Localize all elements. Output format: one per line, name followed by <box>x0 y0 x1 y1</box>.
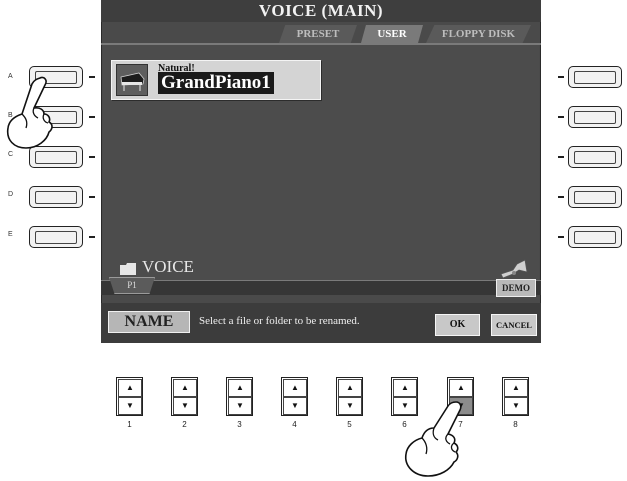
down-arrow-button[interactable]: ▼ <box>228 397 252 415</box>
up-arrow-icon: ▲ <box>291 383 299 392</box>
lcd-screen: VOICE (MAIN) PRESET USER FLOPPY DISK Nat… <box>101 0 541 343</box>
voice-name: GrandPiano1 <box>158 72 274 94</box>
side-label-e: E <box>8 231 13 238</box>
side-button-f[interactable] <box>568 66 622 88</box>
hand-pointer-icon <box>6 76 53 149</box>
side-dash <box>558 196 564 198</box>
current-folder-label: VOICE <box>142 257 194 276</box>
tab-user[interactable]: USER <box>361 25 423 43</box>
voice-file-item[interactable]: Natural! GrandPiano1 <box>111 60 321 100</box>
up-arrow-icon: ▲ <box>512 383 520 392</box>
down-arrow-button[interactable]: ▼ <box>118 397 142 415</box>
down-arrow-icon: ▼ <box>512 401 520 410</box>
button-number-2: 2 <box>182 420 187 429</box>
side-label-d: D <box>8 191 14 198</box>
page-tab-p1[interactable]: P1 <box>109 277 155 294</box>
side-dash <box>89 196 95 198</box>
button-number-1: 1 <box>127 420 132 429</box>
down-arrow-icon: ▼ <box>126 401 134 410</box>
status-message: Select a file or folder to be renamed. <box>199 315 360 327</box>
page-bar <box>101 280 541 295</box>
cancel-button[interactable]: CANCEL <box>491 314 537 336</box>
side-button-h[interactable] <box>568 146 622 168</box>
tab-floppy-disk[interactable]: FLOPPY DISK <box>426 25 531 43</box>
side-dash <box>89 236 95 238</box>
name-label: NAME <box>108 311 190 333</box>
demo-button[interactable]: DEMO <box>496 279 536 297</box>
down-arrow-icon: ▼ <box>291 401 299 410</box>
side-button-e[interactable] <box>29 226 83 248</box>
side-button-d[interactable] <box>29 186 83 208</box>
button-number-8: 8 <box>513 420 518 429</box>
up-arrow-icon: ▲ <box>126 383 134 392</box>
screen-title: VOICE (MAIN) <box>258 1 384 20</box>
down-arrow-button[interactable]: ▼ <box>173 397 197 415</box>
bottom-button-8[interactable]: ▲ ▼ <box>502 377 529 416</box>
bottom-button-5[interactable]: ▲ ▼ <box>336 377 363 416</box>
side-dash <box>89 156 95 158</box>
up-arrow-icon: ▲ <box>346 383 354 392</box>
up-arrow-button[interactable]: ▲ <box>393 379 417 397</box>
up-arrow-button[interactable]: ▲ <box>504 379 528 397</box>
up-arrow-button[interactable]: ▲ <box>118 379 142 397</box>
up-arrow-button[interactable]: ▲ <box>228 379 252 397</box>
side-dash <box>558 236 564 238</box>
side-button-g[interactable] <box>568 106 622 128</box>
bottom-button-2[interactable]: ▲ ▼ <box>171 377 198 416</box>
title-bar: VOICE (MAIN) <box>101 0 541 22</box>
up-arrow-icon: ▲ <box>457 383 465 392</box>
grand-piano-icon <box>116 64 148 96</box>
up-arrow-button[interactable]: ▲ <box>449 379 473 397</box>
up-arrow-button[interactable]: ▲ <box>338 379 362 397</box>
bottom-button-3[interactable]: ▲ ▼ <box>226 377 253 416</box>
up-arrow-icon: ▲ <box>181 383 189 392</box>
tab-preset[interactable]: PRESET <box>279 25 357 43</box>
up-arrow-button[interactable]: ▲ <box>173 379 197 397</box>
side-dash <box>558 156 564 158</box>
down-arrow-icon: ▼ <box>346 401 354 410</box>
down-arrow-button[interactable]: ▼ <box>283 397 307 415</box>
bottom-button-1[interactable]: ▲ ▼ <box>116 377 143 416</box>
hand-pointer-icon <box>404 401 462 477</box>
down-arrow-icon: ▼ <box>181 401 189 410</box>
down-arrow-icon: ▼ <box>236 401 244 410</box>
ok-button[interactable]: OK <box>435 314 480 336</box>
folder-icon <box>120 263 136 275</box>
side-dash <box>89 76 95 78</box>
down-arrow-button[interactable]: ▼ <box>504 397 528 415</box>
side-dash <box>558 116 564 118</box>
button-number-4: 4 <box>292 420 297 429</box>
down-arrow-button[interactable]: ▼ <box>338 397 362 415</box>
side-button-i[interactable] <box>568 186 622 208</box>
side-dash <box>89 116 95 118</box>
side-dash <box>558 76 564 78</box>
trumpet-icon <box>500 259 528 279</box>
button-number-5: 5 <box>347 420 352 429</box>
up-arrow-icon: ▲ <box>236 383 244 392</box>
button-number-3: 3 <box>237 420 242 429</box>
up-arrow-icon: ▲ <box>401 383 409 392</box>
up-arrow-button[interactable]: ▲ <box>283 379 307 397</box>
bottom-button-4[interactable]: ▲ ▼ <box>281 377 308 416</box>
side-button-j[interactable] <box>568 226 622 248</box>
